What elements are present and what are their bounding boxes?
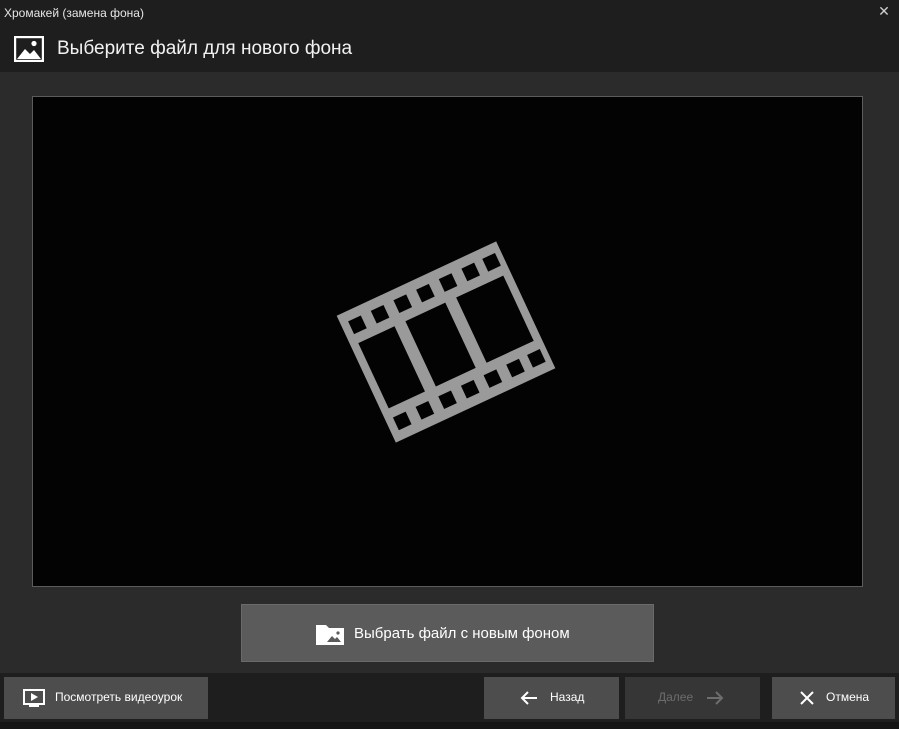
choose-background-file-label: Выбрать файл с новым фоном	[354, 625, 570, 642]
bottom-edge	[0, 722, 899, 729]
choose-background-file-button[interactable]: Выбрать файл с новым фоном	[241, 604, 654, 662]
step-title: Выберите файл для нового фона	[57, 38, 353, 59]
watch-tutorial-button[interactable]: Посмотреть видеоурок	[4, 677, 208, 719]
close-icon	[800, 691, 814, 705]
window-close-icon[interactable]: ✕	[877, 4, 891, 18]
window-title: Хромакей (замена фона)	[4, 6, 144, 20]
next-button[interactable]: Далее	[625, 677, 760, 719]
back-label: Назад	[550, 690, 585, 704]
film-strip-icon	[336, 241, 556, 443]
cancel-label: Отмена	[826, 690, 870, 704]
footer-bar: Посмотреть видеоурок Назад Далее Отмена	[0, 673, 899, 729]
video-play-icon	[23, 689, 45, 707]
watch-tutorial-label: Посмотреть видеоурок	[55, 690, 183, 704]
title-bar: Хромакей (замена фона) ✕	[0, 0, 899, 26]
step-header: Выберите файл для нового фона	[0, 26, 899, 72]
background-preview	[32, 96, 863, 587]
image-icon	[14, 36, 44, 62]
next-label: Далее	[658, 690, 694, 704]
folder-image-icon	[316, 625, 344, 645]
arrow-right-icon	[707, 691, 724, 705]
back-button[interactable]: Назад	[484, 677, 619, 719]
arrow-left-icon	[520, 691, 537, 705]
cancel-button[interactable]: Отмена	[772, 677, 895, 719]
